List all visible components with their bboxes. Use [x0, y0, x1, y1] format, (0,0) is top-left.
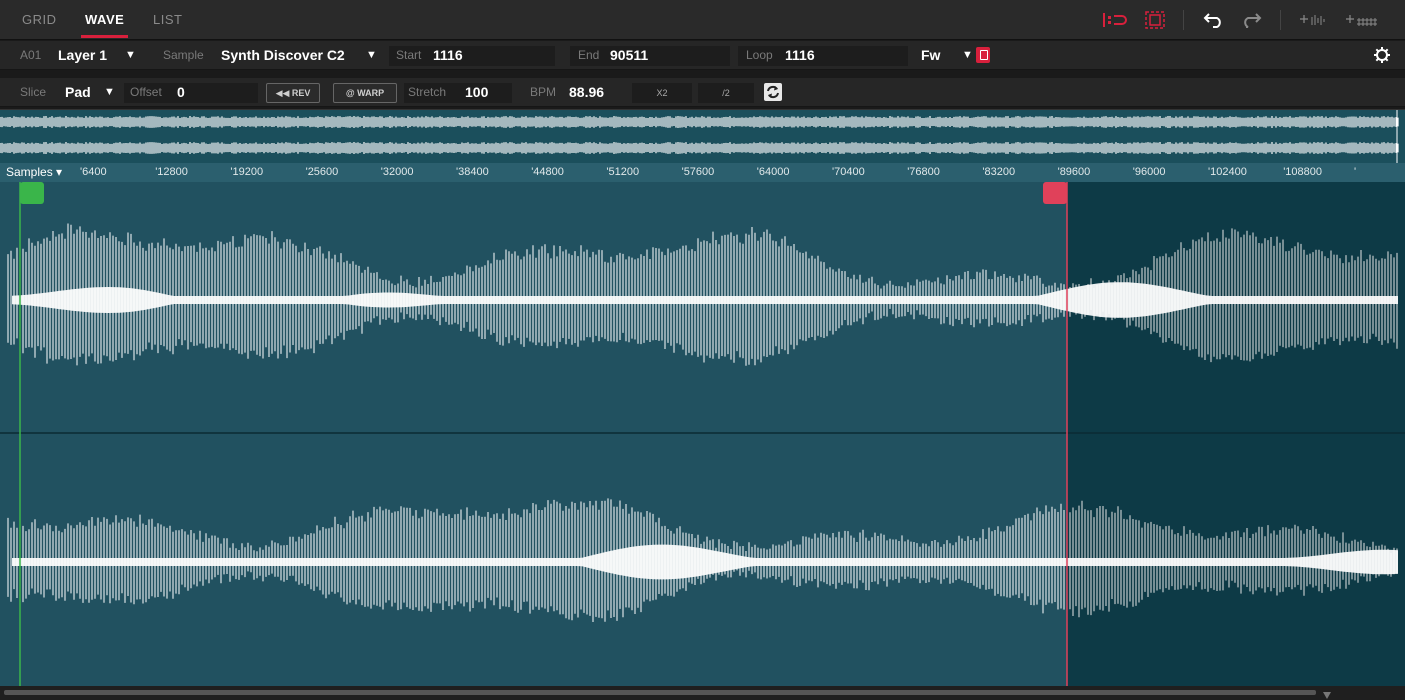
sample-label: Sample — [163, 48, 204, 62]
ruler-tick-label: '76800 — [907, 166, 940, 178]
ruler-tick-label: '102400 — [1208, 166, 1247, 178]
zoom-handle-icon[interactable] — [1322, 688, 1332, 699]
slice-label: Slice — [20, 85, 47, 99]
top-tab-bar: GRID WAVE LIST — [0, 0, 1405, 40]
ruler-unit-select[interactable]: Samples ▾ — [6, 163, 62, 182]
end-value[interactable]: 90511 — [610, 41, 648, 70]
waveform-overview[interactable] — [0, 109, 1405, 163]
bpm-value[interactable]: 88.96 — [569, 78, 604, 107]
redo-icon[interactable] — [1238, 11, 1264, 29]
tab-grid[interactable]: GRID — [22, 0, 57, 40]
direction-select[interactable]: Fw — [921, 41, 940, 70]
ruler-tick-label: '44800 — [531, 166, 564, 178]
zoom-out-icon[interactable] — [1343, 11, 1379, 29]
end-label: End — [578, 48, 600, 62]
select-all-icon[interactable] — [1143, 11, 1167, 29]
ruler-tick-label: '57600 — [681, 166, 715, 178]
stretch-label: Stretch — [408, 85, 447, 99]
ruler-tick-label: '108800 — [1283, 166, 1322, 178]
overview-waveform-graphic — [0, 110, 1399, 163]
end-marker-handle[interactable] — [1043, 182, 1067, 204]
waveform-display — [0, 182, 1405, 686]
zoom-in-icon[interactable] — [1297, 11, 1331, 29]
tab-wave[interactable]: WAVE — [80, 0, 129, 40]
ruler-tick-label: '19200 — [230, 166, 264, 178]
snap-icon[interactable] — [1101, 11, 1129, 29]
direction-dropdown-arrow[interactable]: ▼ — [962, 41, 973, 70]
offset-label: Offset — [130, 85, 162, 99]
start-value[interactable]: 1116 — [433, 41, 463, 70]
slice-dropdown-arrow[interactable]: ▼ — [104, 78, 115, 107]
loop-lock-icon[interactable] — [976, 47, 990, 63]
ruler-tick-label: '51200 — [606, 166, 640, 178]
reverse-button[interactable]: ◀◀ REV — [266, 83, 320, 103]
settings-gear-icon[interactable] — [1372, 46, 1392, 64]
ruler-tick-label: '64000 — [756, 166, 790, 178]
horizontal-scrollbar[interactable] — [0, 686, 1405, 700]
toolbar-divider — [1183, 10, 1184, 30]
sample-params-row: A01 Layer 1 ▼ Sample Synth Discover C2 ▼… — [0, 41, 1405, 70]
ruler-unit-label: Samples — [6, 165, 53, 179]
ruler-tick-label: '83200 — [982, 166, 1016, 178]
start-label: Start — [396, 48, 422, 62]
ruler-tick-label: '6400 — [80, 166, 107, 178]
bpm-label: BPM — [530, 85, 557, 99]
layer-dropdown-arrow[interactable]: ▼ — [125, 41, 136, 70]
slice-params-row: Slice Pad ▼ Offset 0 ◀◀ REV @ WARP Stret… — [0, 78, 1405, 107]
sample-select[interactable]: Synth Discover C2 — [221, 41, 345, 70]
loop-label: Loop — [746, 48, 773, 62]
sample-dropdown-arrow[interactable]: ▼ — [366, 41, 377, 70]
waveform-editor[interactable] — [0, 182, 1405, 686]
bpm-half-button[interactable]: /2 — [698, 83, 754, 103]
ruler-tick-label: '89600 — [1057, 166, 1091, 178]
slice-select[interactable]: Pad — [65, 78, 91, 107]
undo-icon[interactable] — [1201, 11, 1227, 29]
stretch-value[interactable]: 100 — [465, 78, 488, 107]
ruler-tick-label: '32000 — [380, 166, 414, 178]
ruler-tick-label: '70400 — [832, 166, 865, 178]
bpm-double-button[interactable]: X2 — [632, 83, 692, 103]
ruler-tick-label: '38400 — [456, 166, 489, 178]
layer-select[interactable]: Layer 1 — [58, 41, 107, 70]
start-marker-handle[interactable] — [20, 182, 44, 204]
program-id: A01 — [20, 48, 42, 62]
loop-value[interactable]: 1116 — [785, 41, 815, 70]
ruler-tick-label: '96000 — [1132, 166, 1166, 178]
toolbar-divider — [1280, 10, 1281, 30]
warp-button[interactable]: @ WARP — [333, 83, 397, 103]
scrollbar-thumb[interactable] — [4, 690, 1316, 695]
tab-list[interactable]: LIST — [153, 0, 182, 40]
sample-ruler: Samples ▾ '6400 '12800 '19200 '25600 '32000 '… — [0, 163, 1405, 182]
sync-refresh-icon[interactable] — [763, 83, 783, 101]
ruler-tick-label: '25600 — [305, 166, 339, 178]
ruler-tick-label: '12800 — [155, 166, 188, 178]
offset-value[interactable]: 0 — [177, 78, 185, 107]
ruler-tick-mark: ' — [1354, 166, 1357, 178]
